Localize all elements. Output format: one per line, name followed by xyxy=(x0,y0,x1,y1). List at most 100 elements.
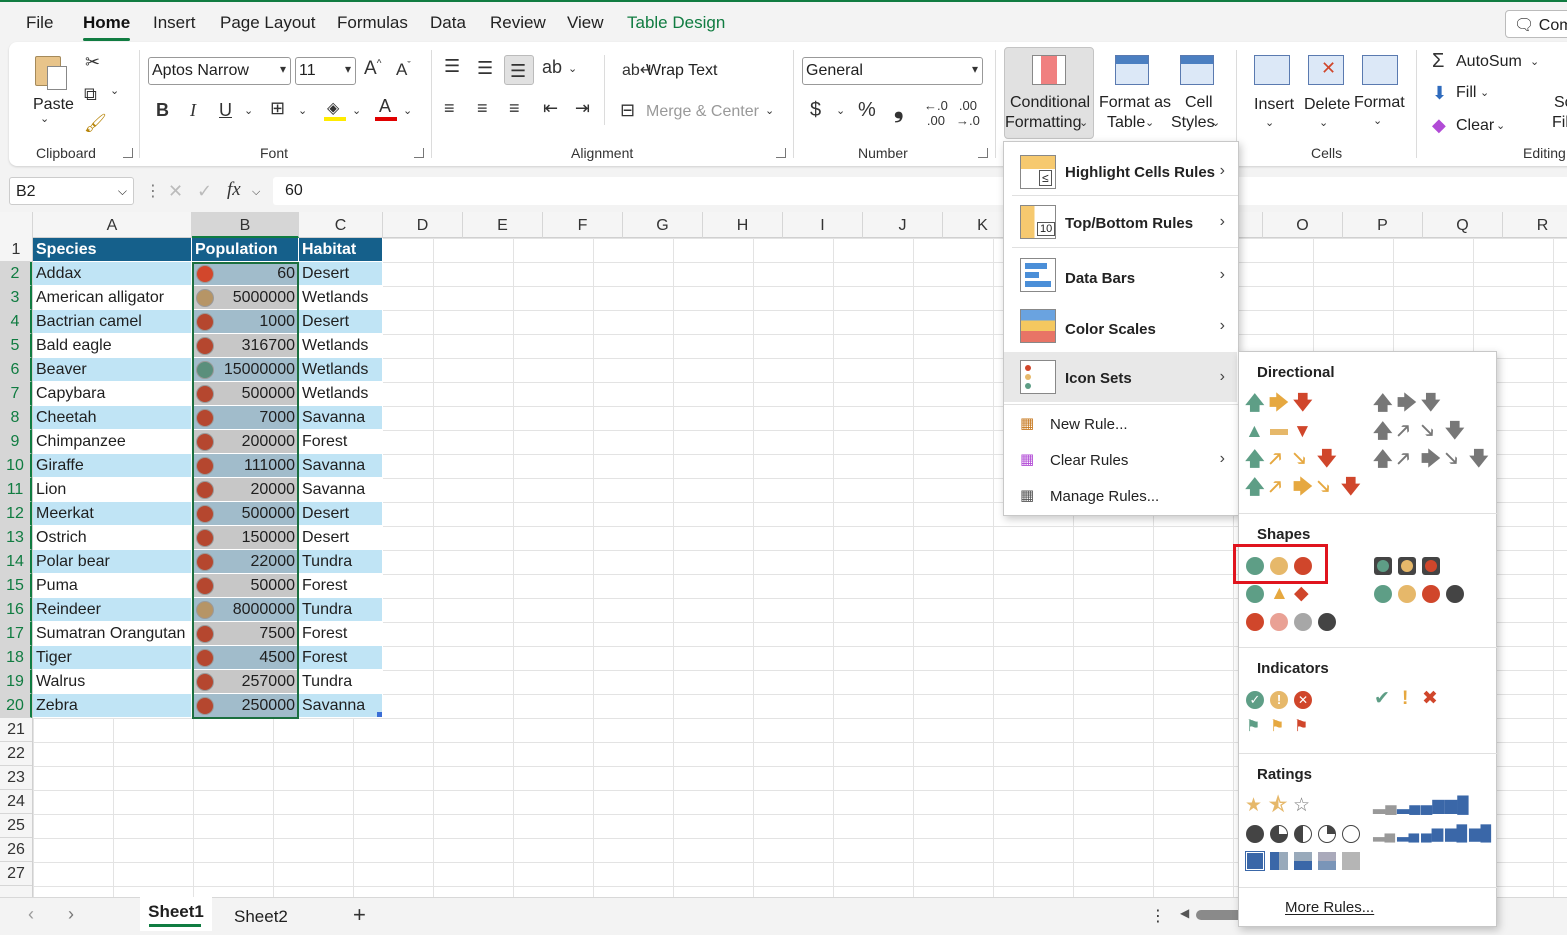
menu-item-data-bars[interactable]: Data Bars › xyxy=(1004,254,1237,298)
table-cell-species[interactable]: Chimpanzee xyxy=(33,430,192,454)
menu-item-color-scales[interactable]: Color Scales › xyxy=(1004,305,1237,349)
chevron-down-icon[interactable]: ⌄ xyxy=(836,104,845,117)
chevron-down-icon[interactable]: ⌄ xyxy=(244,104,253,117)
decrease-decimal-icon[interactable]: .00 →.0 xyxy=(956,98,980,128)
menu-item-icon-sets[interactable]: Icon Sets › xyxy=(1004,352,1237,402)
menu-item-clear-rules[interactable]: ▦ Clear Rules › xyxy=(1004,444,1237,478)
number-format-combo[interactable]: General ▾ xyxy=(802,57,983,85)
insert-function-icon[interactable]: fx xyxy=(227,179,241,201)
row-header[interactable]: 22 xyxy=(0,742,32,766)
more-options-icon[interactable]: ⋮ xyxy=(145,181,161,201)
tab-page-layout[interactable]: Page Layout xyxy=(220,13,315,33)
table-cell-species[interactable]: Lion xyxy=(33,478,192,502)
column-header[interactable]: Q xyxy=(1423,212,1503,238)
table-cell-habitat[interactable]: Wetlands xyxy=(299,382,383,406)
table-cell-species[interactable]: Reindeer xyxy=(33,598,192,622)
row-header[interactable]: 13 xyxy=(0,526,32,550)
format-button[interactable]: Format xyxy=(1354,94,1405,112)
chevron-down-icon[interactable]: ⌄ xyxy=(1265,116,1274,129)
cell-styles-icon[interactable] xyxy=(1180,55,1214,85)
fill-button[interactable]: Fill xyxy=(1456,84,1476,102)
fill-color-icon[interactable]: ◈ xyxy=(324,98,346,122)
table-cell-species[interactable]: Bactrian camel xyxy=(33,310,192,334)
insert-cells-icon[interactable] xyxy=(1254,55,1290,85)
tab-formulas[interactable]: Formulas xyxy=(337,13,408,33)
chevron-down-icon[interactable]: ⌄ xyxy=(1319,116,1328,129)
align-middle-icon[interactable]: ☰ xyxy=(477,58,493,79)
row-header[interactable]: 19 xyxy=(0,670,32,694)
clear-eraser-icon[interactable]: ◆ xyxy=(1432,115,1446,136)
chevron-down-icon[interactable]: ⌵ xyxy=(118,184,127,199)
chevron-down-icon[interactable]: ⌄ xyxy=(1480,86,1489,99)
table-cell-species[interactable]: Ostrich xyxy=(33,526,192,550)
row-header[interactable]: 20 xyxy=(0,694,32,718)
increase-indent-icon[interactable]: ⇥ xyxy=(575,98,590,119)
autosum-button[interactable]: AutoSum xyxy=(1456,53,1522,71)
table-cell-species[interactable]: Cheetah xyxy=(33,406,192,430)
chevron-down-icon[interactable]: ⌵ xyxy=(252,186,260,199)
format-as-table-label-2[interactable]: Table xyxy=(1107,114,1145,132)
delete-button[interactable]: Delete xyxy=(1304,96,1350,114)
column-header[interactable]: O xyxy=(1263,212,1343,238)
cell-styles-label-1[interactable]: Cell xyxy=(1185,94,1213,112)
paste-icon[interactable] xyxy=(33,52,69,92)
row-header[interactable]: 17 xyxy=(0,622,32,646)
table-resize-handle[interactable] xyxy=(377,712,382,717)
name-box[interactable]: B2 ⌵ xyxy=(9,177,134,205)
table-cell-habitat[interactable]: Desert xyxy=(299,502,383,526)
currency-button[interactable]: $ xyxy=(810,99,821,122)
format-as-table-icon[interactable] xyxy=(1115,55,1149,85)
table-cell-species[interactable]: Giraffe xyxy=(33,454,192,478)
chevron-down-icon[interactable]: ⌄ xyxy=(568,62,577,75)
cell-styles-label-2[interactable]: Styles xyxy=(1171,114,1215,132)
table-header-cell[interactable]: Population xyxy=(192,238,299,262)
tab-file[interactable]: File xyxy=(26,13,53,33)
formula-input[interactable]: 60 xyxy=(273,177,1567,205)
table-cell-habitat[interactable]: Wetlands xyxy=(299,358,383,382)
row-header[interactable]: 12 xyxy=(0,502,32,526)
chevron-down-icon[interactable]: ⌄ xyxy=(110,84,119,97)
table-cell-habitat[interactable]: Desert xyxy=(299,310,383,334)
table-cell-species[interactable]: Sumatran Orangutan xyxy=(33,622,192,646)
row-header[interactable]: 8 xyxy=(0,406,32,430)
format-cells-icon[interactable] xyxy=(1362,55,1398,85)
chevron-right-icon[interactable]: › xyxy=(68,904,74,925)
table-cell-habitat[interactable]: Savanna xyxy=(299,694,383,718)
tab-review[interactable]: Review xyxy=(490,13,546,33)
column-header[interactable]: H xyxy=(703,212,783,238)
clipboard-launcher-icon[interactable] xyxy=(123,148,133,158)
menu-item-top-bottom-rules[interactable]: 10 Top/Bottom Rules › xyxy=(1004,201,1237,245)
row-header[interactable]: 24 xyxy=(0,790,32,814)
chevron-down-icon[interactable]: ⌄ xyxy=(298,104,307,117)
align-top-icon[interactable]: ☰ xyxy=(444,56,460,77)
italic-button[interactable]: I xyxy=(190,100,196,121)
chevron-down-icon[interactable]: ⌄ xyxy=(352,104,361,117)
column-header[interactable]: B xyxy=(192,212,299,238)
table-cell-species[interactable]: Puma xyxy=(33,574,192,598)
table-cell-species[interactable]: Addax xyxy=(33,262,192,286)
table-cell-species[interactable]: Polar bear xyxy=(33,550,192,574)
sort-filter-label-2[interactable]: Fil xyxy=(1552,114,1567,132)
chevron-down-icon[interactable]: ⌄ xyxy=(1530,55,1539,68)
align-center-icon[interactable]: ≡ xyxy=(477,98,488,119)
tab-data[interactable]: Data xyxy=(430,13,466,33)
chevron-down-icon[interactable]: ▾ xyxy=(280,62,286,76)
clear-button[interactable]: Clear xyxy=(1456,117,1494,135)
chevron-down-icon[interactable]: ⌄ xyxy=(1373,114,1382,127)
chevron-left-icon[interactable]: ‹ xyxy=(28,904,34,925)
more-rules-link[interactable]: More Rules... xyxy=(1285,899,1374,916)
chevron-down-icon[interactable]: ▾ xyxy=(345,62,351,76)
align-left-icon[interactable]: ≡ xyxy=(444,98,455,119)
table-cell-habitat[interactable]: Savanna xyxy=(299,478,383,502)
number-launcher-icon[interactable] xyxy=(978,148,988,158)
row-header[interactable]: 6 xyxy=(0,358,32,382)
row-header[interactable]: 10 xyxy=(0,454,32,478)
comma-button[interactable]: ❟ xyxy=(894,96,903,124)
row-header[interactable]: 18 xyxy=(0,646,32,670)
sort-filter-label-1[interactable]: So xyxy=(1554,94,1567,112)
more-options-icon[interactable]: ⋮ xyxy=(1150,906,1166,926)
row-header[interactable]: 27 xyxy=(0,862,32,886)
table-cell-habitat[interactable]: Tundra xyxy=(299,670,383,694)
table-cell-species[interactable]: Zebra xyxy=(33,694,192,718)
comments-button[interactable]: 🗨 Com xyxy=(1505,10,1567,38)
